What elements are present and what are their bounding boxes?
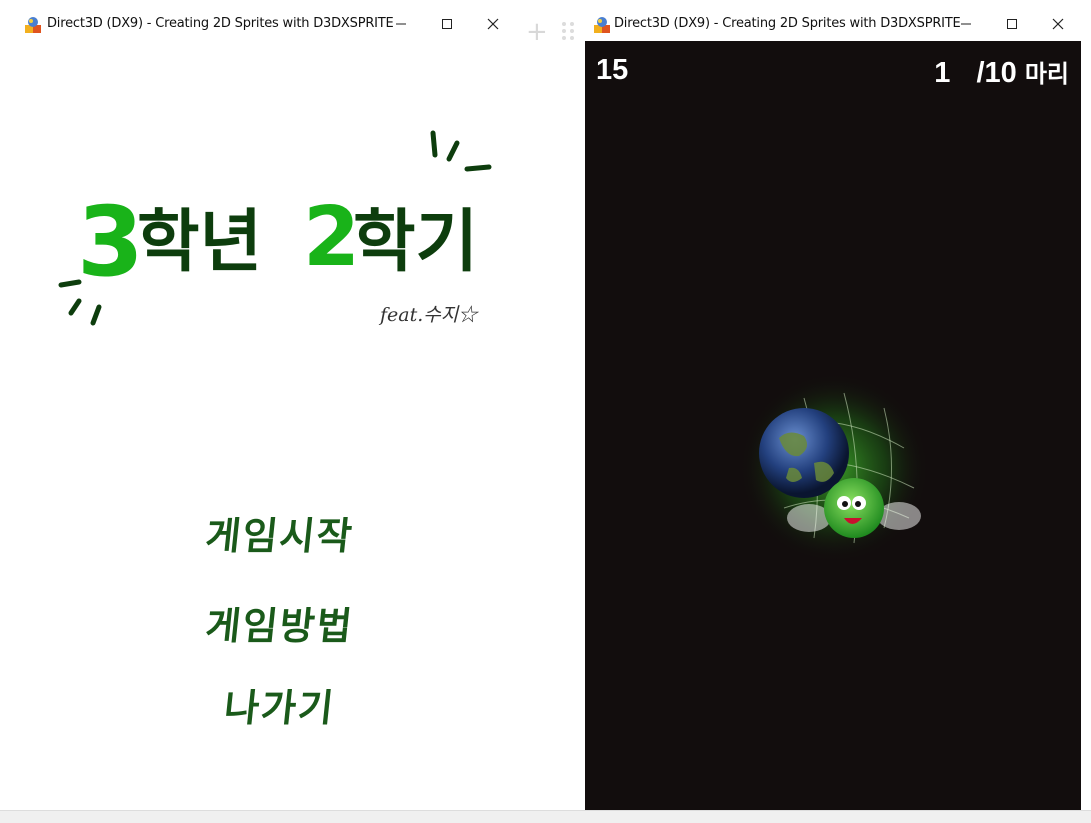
count-unit: 마리 bbox=[1024, 60, 1069, 88]
score-display: 15 bbox=[596, 54, 629, 86]
exit-button[interactable]: 나가기 bbox=[0, 677, 563, 732]
maximize-button[interactable] bbox=[424, 8, 470, 40]
minimize-button[interactable] bbox=[943, 8, 989, 40]
minimize-icon bbox=[396, 23, 406, 25]
close-icon bbox=[1052, 18, 1064, 30]
close-icon bbox=[487, 18, 499, 30]
directx-app-icon bbox=[25, 17, 41, 33]
minimize-button[interactable] bbox=[378, 8, 424, 40]
minimize-icon bbox=[961, 23, 971, 25]
maximize-icon bbox=[442, 19, 452, 29]
title-text-semester: 학기 bbox=[353, 203, 478, 282]
pupil-right bbox=[855, 501, 861, 507]
maximize-button[interactable] bbox=[989, 8, 1035, 40]
title-bar[interactable]: Direct3D (DX9) - Creating 2D Sprites wit… bbox=[585, 0, 1081, 41]
pupil-left bbox=[842, 501, 848, 507]
game-sprite[interactable] bbox=[734, 368, 934, 568]
total-count: /10 bbox=[976, 57, 1017, 89]
title-bar[interactable]: Direct3D (DX9) - Creating 2D Sprites wit… bbox=[0, 0, 585, 41]
plus-icon: + bbox=[526, 17, 548, 47]
maximize-icon bbox=[1007, 19, 1017, 29]
window-title: Direct3D (DX9) - Creating 2D Sprites wit… bbox=[47, 16, 394, 31]
start-game-button[interactable]: 게임시작 bbox=[0, 505, 563, 560]
close-button[interactable] bbox=[470, 8, 516, 40]
title-screen-window: Direct3D (DX9) - Creating 2D Sprites wit… bbox=[0, 0, 585, 810]
green-character-sprite bbox=[824, 478, 884, 538]
caught-count: 1 bbox=[934, 57, 951, 89]
how-to-play-button[interactable]: 게임방법 bbox=[0, 595, 563, 650]
title-number-2: 2 bbox=[303, 190, 360, 285]
directx-app-icon bbox=[594, 17, 610, 33]
catch-counter: 1/10 마리 bbox=[934, 54, 1069, 90]
bottom-border bbox=[0, 810, 1091, 823]
window-title: Direct3D (DX9) - Creating 2D Sprites wit… bbox=[614, 16, 961, 31]
title-text-grade: 학년 bbox=[137, 203, 262, 282]
drag-handle-icon bbox=[562, 22, 574, 40]
title-number-3: 3 bbox=[77, 186, 144, 298]
close-button[interactable] bbox=[1035, 8, 1081, 40]
credit-text: feat.수지☆ bbox=[380, 304, 478, 326]
